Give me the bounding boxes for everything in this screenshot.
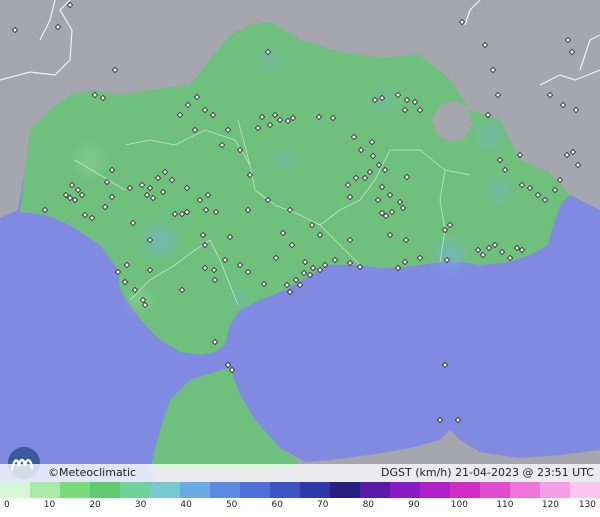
legend-tick-label: 30 xyxy=(134,500,147,510)
legend-ticks: 0 10 20 30 40 50 60 70 80 90 100 110 120 130 xyxy=(0,500,600,516)
legend-color-segment xyxy=(180,482,210,498)
legend-color-segment xyxy=(510,482,540,498)
legend-color-segment xyxy=(30,482,60,498)
legend-tick-label: 50 xyxy=(225,500,238,510)
legend-color-segment xyxy=(480,482,510,498)
legend-color-segment xyxy=(570,482,600,498)
legend-color-segment xyxy=(360,482,390,498)
legend-tick-label: 20 xyxy=(89,500,101,510)
legend-color-segment xyxy=(120,482,150,498)
legend-color-segment xyxy=(330,482,360,498)
brand-credit: ©Meteoclimatic xyxy=(48,466,137,479)
legend-color-segment xyxy=(0,482,30,498)
legend-color-segment xyxy=(150,482,180,498)
legend-tick-label: 0 xyxy=(4,500,10,510)
legend-tick-label: 40 xyxy=(180,500,192,510)
gust-map xyxy=(0,0,600,517)
legend-color-segment xyxy=(270,482,300,498)
legend-color-segment xyxy=(240,482,270,498)
legend-color-segment xyxy=(450,482,480,498)
legend-color-segment xyxy=(90,482,120,498)
variable-label: DGST (km/h) xyxy=(381,466,452,479)
legend-color-segment xyxy=(390,482,420,498)
legend-tick-label: 80 xyxy=(362,500,375,510)
legend-tick-label: 10 xyxy=(43,500,56,510)
legend-tick-label: 90 xyxy=(408,500,420,510)
legend-tick-label: 60 xyxy=(271,500,283,510)
legend-tick-label: 110 xyxy=(496,500,514,510)
info-bar: ©Meteoclimatic DGST (km/h) 21-04-2023 @ … xyxy=(0,464,600,482)
legend-tick-label: 70 xyxy=(317,500,329,510)
legend-color-segment xyxy=(210,482,240,498)
status-readout: DGST (km/h) 21-04-2023 @ 23:51 UTC xyxy=(381,466,594,479)
legend-color-segment xyxy=(60,482,90,498)
legend-color-segment xyxy=(540,482,570,498)
legend-tick-label: 100 xyxy=(450,500,468,510)
gust-legend: 0 10 20 30 40 50 60 70 80 90 100 110 120 130 xyxy=(0,482,600,517)
legend-color-segment xyxy=(300,482,330,498)
legend-tick-label: 120 xyxy=(541,500,560,510)
legend-colorbar xyxy=(0,482,600,498)
timestamp: 21-04-2023 @ 23:51 UTC xyxy=(455,466,594,479)
legend-color-segment xyxy=(420,482,450,498)
legend-tick-label: 130 xyxy=(578,500,596,510)
